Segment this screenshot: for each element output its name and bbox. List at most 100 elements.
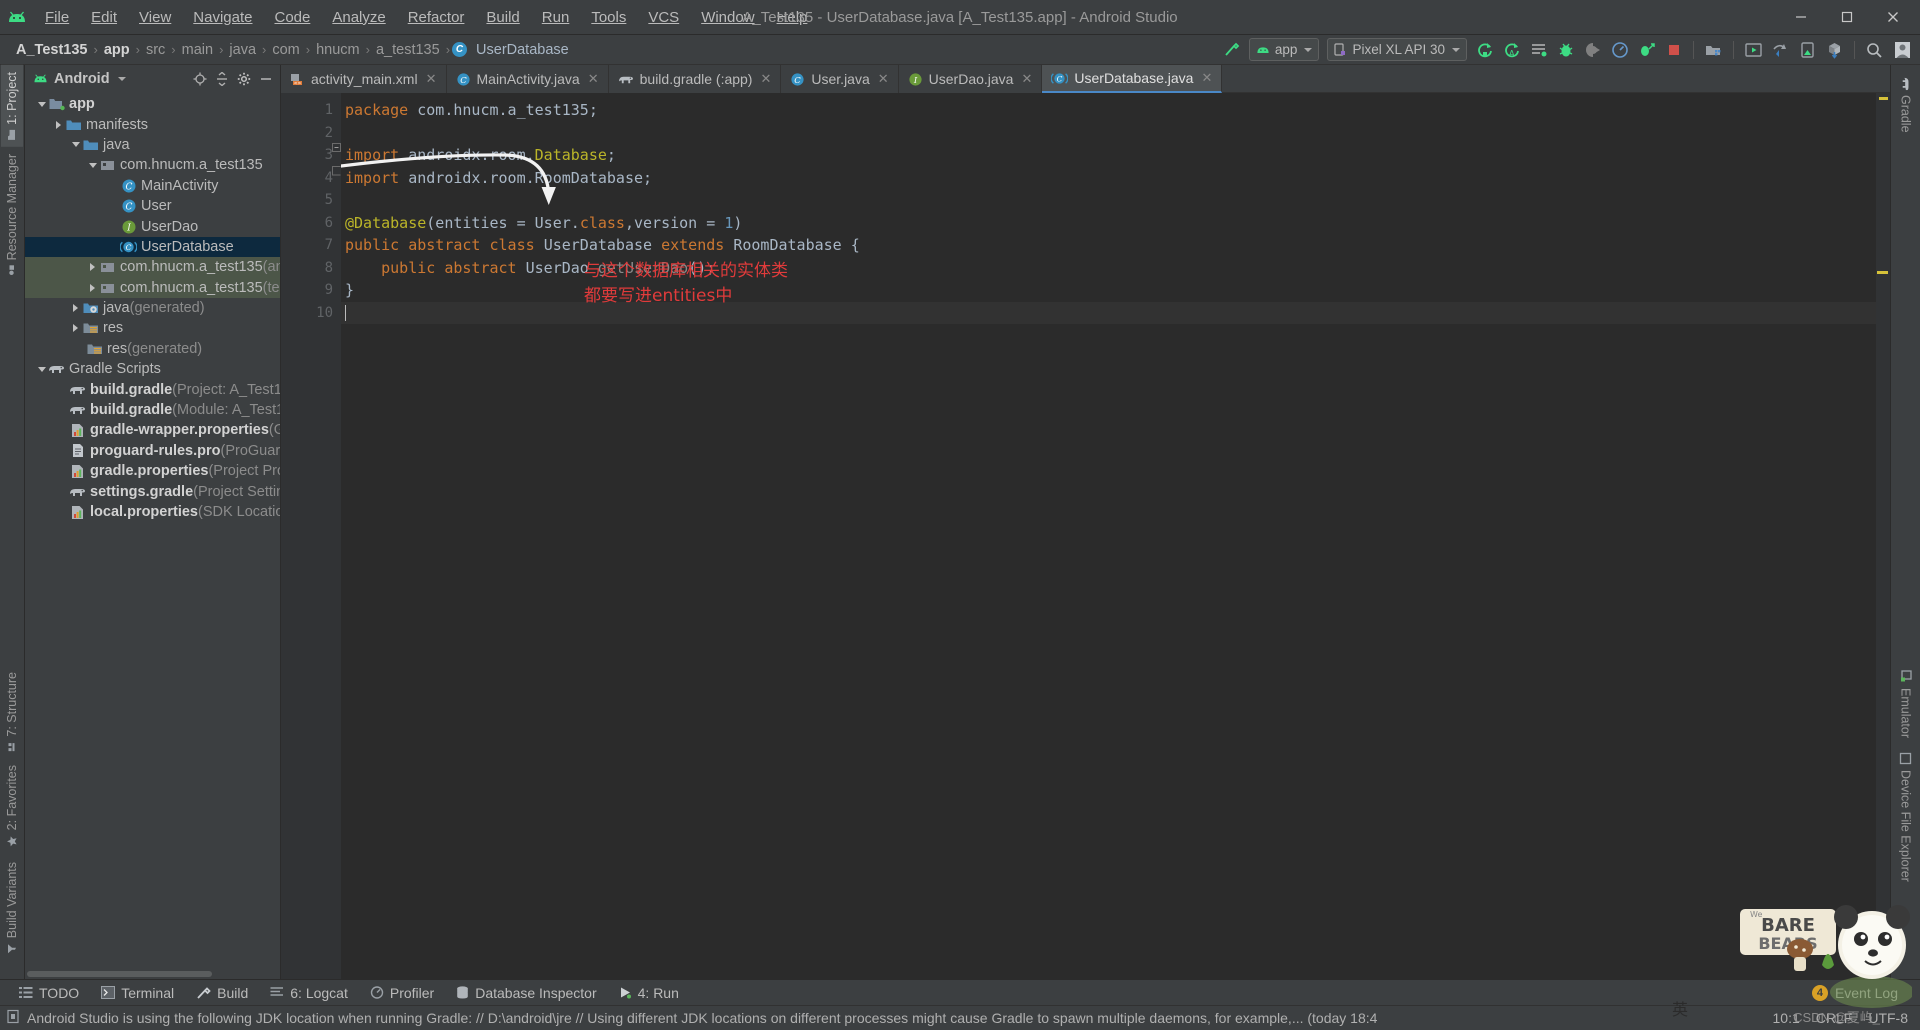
attach-debugger-icon[interactable] xyxy=(1580,38,1605,62)
tab-userdao-java[interactable]: I UserDao.java ✕ xyxy=(899,65,1043,93)
tab-build-gradle[interactable]: build.gradle (:app) ✕ xyxy=(609,65,782,93)
run-configuration-selector[interactable]: app xyxy=(1248,38,1320,61)
tree-node-res-generated[interactable]: res (generated) xyxy=(25,339,280,359)
toolwindow-database-inspector[interactable]: Database Inspector xyxy=(445,983,607,1003)
error-stripe-marker-panel[interactable] xyxy=(1876,93,1890,979)
close-icon[interactable]: ✕ xyxy=(1201,70,1212,86)
sidebar-item-favorites[interactable]: 2: Favorites xyxy=(1,758,23,854)
tree-node-userdao[interactable]: I UserDao xyxy=(25,216,280,236)
stop-button-icon[interactable] xyxy=(1661,38,1686,62)
debug-attach-process-icon[interactable] xyxy=(1634,38,1659,62)
expand-arrow-icon[interactable] xyxy=(52,120,65,129)
event-log-area[interactable]: 4 Event Log xyxy=(1811,984,1912,1001)
close-button[interactable] xyxy=(1870,1,1916,34)
warning-marker[interactable] xyxy=(1879,97,1888,100)
tree-node-package-main[interactable]: com.hnucm.a_test135 xyxy=(25,155,280,175)
tree-node-package-test[interactable]: com.hnucm.a_test135 (test) xyxy=(25,277,280,298)
avatar[interactable] xyxy=(1889,38,1914,62)
tab-userdatabase-java[interactable]: C UserDatabase.java ✕ xyxy=(1042,65,1223,93)
menu-vcs[interactable]: VCS xyxy=(637,5,690,30)
sidebar-item-resource-manager[interactable]: Resource Manager xyxy=(1,147,23,282)
sync-gradle-icon[interactable] xyxy=(1768,38,1793,62)
gear-icon[interactable] xyxy=(233,68,254,89)
sidebar-item-project[interactable]: 1: Project xyxy=(1,65,23,147)
code-editor[interactable]: 1 2 3 4 5 6 7 8 9 10 package com.hnucm.a… xyxy=(281,93,1890,979)
avd-manager-icon[interactable] xyxy=(1741,38,1766,62)
close-icon[interactable]: ✕ xyxy=(760,71,771,87)
tree-node-build-gradle-project[interactable]: build.gradle (Project: A_Test135) xyxy=(25,379,280,399)
menu-help[interactable]: Help xyxy=(766,5,819,30)
expand-arrow-icon[interactable] xyxy=(69,304,82,313)
tree-node-java-generated[interactable]: java (generated) xyxy=(25,298,280,318)
project-tree[interactable]: app manifests java com.hnucm.a_test135 C… xyxy=(25,92,280,969)
breadcrumb-item-app[interactable]: app xyxy=(100,41,134,59)
menu-window[interactable]: Window xyxy=(690,5,765,30)
tab-user-java[interactable]: C User.java ✕ xyxy=(781,65,899,93)
device-manager-icon[interactable] xyxy=(1795,38,1820,62)
change-marker[interactable] xyxy=(1877,271,1888,274)
toolwindow-todo[interactable]: TODO xyxy=(8,983,90,1003)
run-icon[interactable] xyxy=(1526,38,1551,62)
sidebar-item-structure[interactable]: 7: Structure xyxy=(1,665,23,759)
expand-arrow-icon[interactable] xyxy=(35,366,48,372)
tree-node-res[interactable]: res xyxy=(25,318,280,338)
tree-node-gradle-scripts[interactable]: Gradle Scripts xyxy=(25,359,280,379)
scroll-from-source-icon[interactable] xyxy=(189,68,210,89)
expand-arrow-icon[interactable] xyxy=(86,162,99,168)
sidebar-item-device-file-explorer[interactable]: Device File Explorer xyxy=(1895,745,1917,889)
tree-node-java[interactable]: java xyxy=(25,135,280,155)
debug-bug-icon[interactable] xyxy=(1553,38,1578,62)
menu-code[interactable]: Code xyxy=(263,5,321,30)
tree-node-gradle-wrapper-properties[interactable]: gradle-wrapper.properties (Gradlе xyxy=(25,420,280,440)
breadcrumb-item-hnucm[interactable]: hnucm xyxy=(312,41,364,59)
build-hammer-icon[interactable] xyxy=(1219,38,1244,62)
toolwindow-logcat[interactable]: 6: Logcat xyxy=(259,983,359,1003)
tab-activity-main-xml[interactable]: <> activity_main.xml ✕ xyxy=(281,65,447,93)
menu-edit[interactable]: Edit xyxy=(80,5,128,30)
tree-node-userdatabase[interactable]: C UserDatabase xyxy=(25,236,280,258)
breadcrumb-item-class[interactable]: UserDatabase xyxy=(472,41,573,59)
project-horizontal-scrollbar[interactable] xyxy=(25,969,280,979)
apply-code-changes-icon[interactable]: A xyxy=(1499,38,1524,62)
device-selector[interactable]: Pixel XL API 30 xyxy=(1327,38,1467,61)
minimize-button[interactable] xyxy=(1778,1,1824,34)
tree-node-app[interactable]: app xyxy=(25,94,280,114)
expand-arrow-icon[interactable] xyxy=(69,324,82,333)
sidebar-item-emulator[interactable]: Emulator xyxy=(1895,663,1917,745)
menu-build[interactable]: Build xyxy=(475,5,530,30)
tree-node-build-gradle-module[interactable]: build.gradle (Module: A_Test135.a xyxy=(25,400,280,420)
close-icon[interactable]: ✕ xyxy=(878,71,889,87)
menu-navigate[interactable]: Navigate xyxy=(182,5,263,30)
breadcrumb-item-java[interactable]: java xyxy=(225,41,260,59)
breadcrumb-item-src[interactable]: src xyxy=(142,41,169,59)
code-text[interactable]: package com.hnucm.a_test135; import andr… xyxy=(341,93,1876,979)
close-icon[interactable]: ✕ xyxy=(1021,71,1032,87)
tab-mainactivity-java[interactable]: C MainActivity.java ✕ xyxy=(447,65,609,93)
menu-analyze[interactable]: Analyze xyxy=(321,5,396,30)
tree-node-local-properties[interactable]: local.properties (SDK Location) xyxy=(25,502,280,522)
menu-tools[interactable]: Tools xyxy=(580,5,637,30)
tree-node-manifests[interactable]: manifests xyxy=(25,114,280,134)
collapse-all-icon[interactable] xyxy=(211,68,232,89)
status-message[interactable]: Android Studio is using the following JD… xyxy=(27,1010,1377,1026)
apply-changes-icon[interactable] xyxy=(1472,38,1497,62)
sidebar-item-build-variants[interactable]: Build Variants xyxy=(1,855,23,961)
menu-view[interactable]: View xyxy=(128,5,182,30)
expand-arrow-icon[interactable] xyxy=(86,263,99,272)
tree-node-package-androidtest[interactable]: com.hnucm.a_test135 (androidTest) xyxy=(25,257,280,278)
breadcrumb-item-project[interactable]: A_Test135 xyxy=(12,41,91,59)
toolwindow-terminal[interactable]: Terminal xyxy=(90,983,185,1003)
toolwindow-run[interactable]: 4: Run xyxy=(608,983,690,1003)
expand-arrow-icon[interactable] xyxy=(86,283,99,292)
breadcrumb-item-package[interactable]: a_test135 xyxy=(372,41,444,59)
close-icon[interactable]: ✕ xyxy=(588,71,599,87)
maximize-button[interactable] xyxy=(1824,1,1870,34)
close-icon[interactable]: ✕ xyxy=(426,71,437,87)
layout-inspector-icon[interactable] xyxy=(1822,38,1847,62)
expand-arrow-icon[interactable] xyxy=(35,101,48,107)
tree-node-settings-gradle[interactable]: settings.gradle (Project Settings) xyxy=(25,481,280,501)
toolwindow-profiler[interactable]: Profiler xyxy=(359,983,445,1003)
menu-file[interactable]: File xyxy=(34,5,80,30)
tree-node-gradle-properties[interactable]: gradle.properties (Project Proper xyxy=(25,461,280,481)
sidebar-item-gradle[interactable]: Gradle xyxy=(1895,71,1917,140)
